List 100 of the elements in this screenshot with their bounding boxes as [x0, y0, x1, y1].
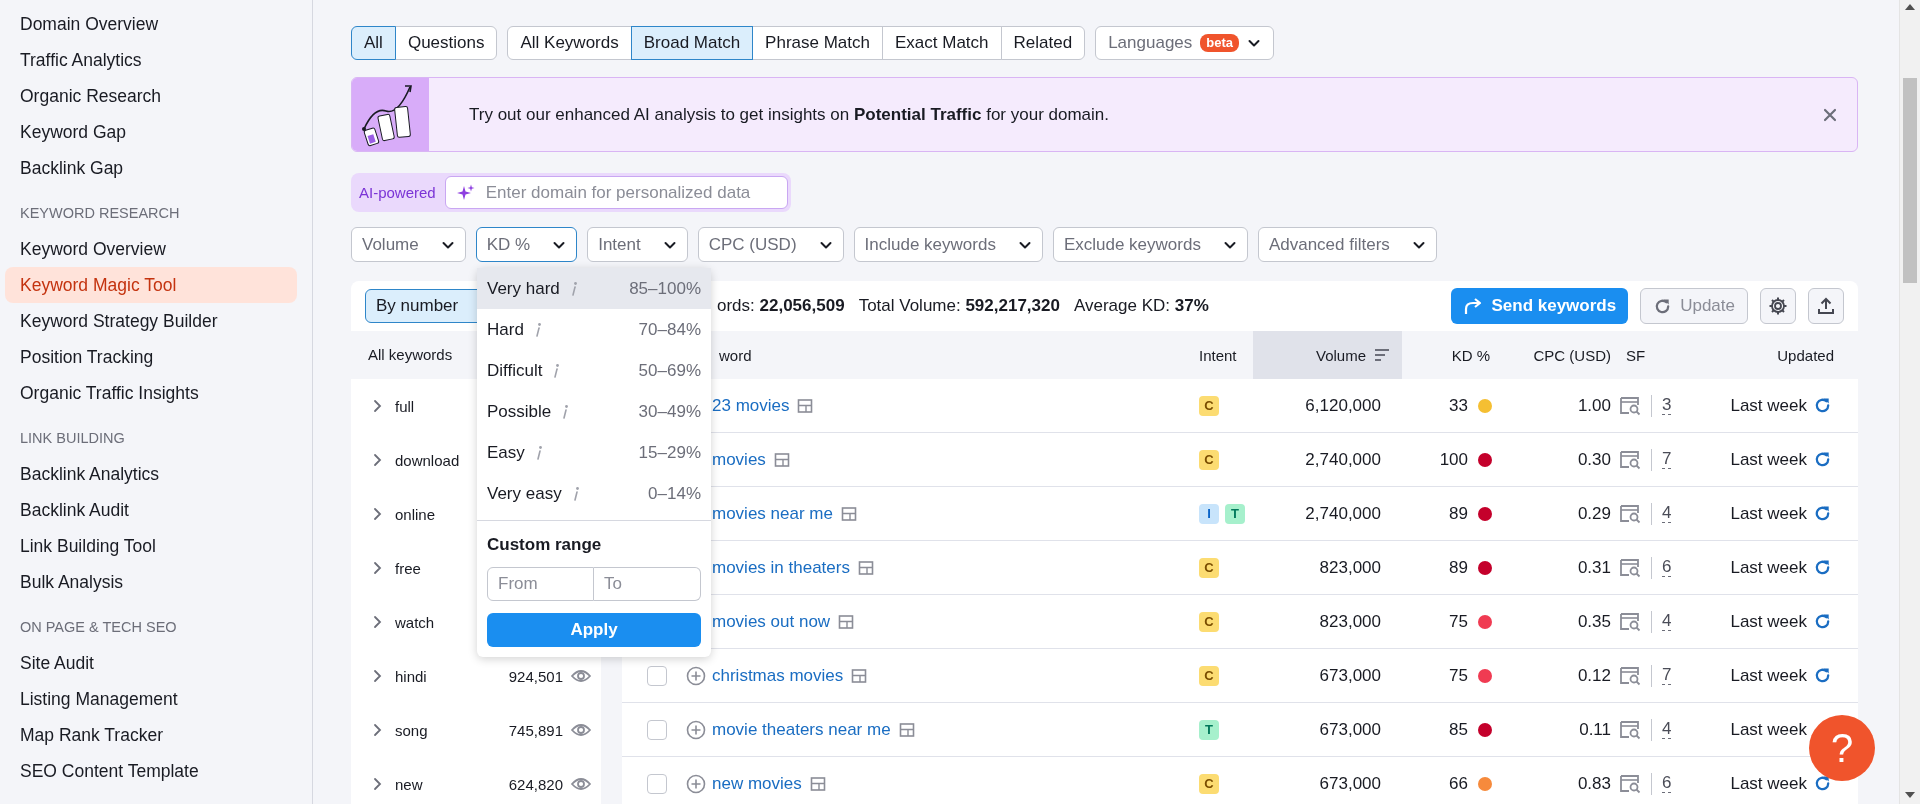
eye-icon[interactable]	[571, 777, 591, 791]
refresh-icon[interactable]	[1813, 558, 1832, 577]
keyword-link[interactable]: movie theaters near me	[712, 719, 891, 740]
serp-search-icon[interactable]	[1619, 395, 1641, 416]
sidebar-item[interactable]: Backlink Gap	[5, 150, 297, 186]
filter-dropdown[interactable]: Volume	[351, 227, 466, 262]
panel-icon[interactable]	[898, 721, 915, 738]
sidebar-item[interactable]: Backlink Analytics	[5, 456, 297, 492]
info-icon[interactable]	[571, 485, 580, 502]
menu-option[interactable]: Very hard 85–100%	[477, 268, 711, 309]
refresh-icon[interactable]	[1813, 774, 1832, 793]
sort-icon[interactable]	[1374, 348, 1390, 362]
filter-tab[interactable]: All Keywords	[507, 26, 632, 60]
sidebar-item[interactable]: Traffic Analytics	[5, 42, 297, 78]
info-icon[interactable]	[569, 280, 578, 297]
panel-icon[interactable]	[809, 775, 826, 792]
scroll-up-icon[interactable]	[1905, 4, 1915, 10]
serp-feature-count[interactable]: 7	[1662, 450, 1672, 469]
sidebar-item[interactable]: Bulk Analysis	[5, 564, 297, 600]
filter-tab[interactable]: Related	[1000, 26, 1086, 60]
serp-feature-count[interactable]: 3	[1662, 396, 1672, 415]
group-row[interactable]: hindi 924,501	[351, 649, 601, 703]
filter-dropdown[interactable]: Advanced filters	[1257, 227, 1437, 262]
sidebar-item[interactable]: Backlink Audit	[5, 492, 297, 528]
column-header[interactable]: CPC (USD)	[1500, 331, 1613, 379]
filter-tab[interactable]: Exact Match	[882, 26, 1002, 60]
keyword-link[interactable]: movies in theaters	[712, 557, 850, 578]
serp-feature-count[interactable]: 7	[1662, 666, 1672, 685]
menu-option[interactable]: Easy 15–29%	[477, 432, 711, 473]
serp-search-icon[interactable]	[1619, 503, 1641, 524]
serp-feature-count[interactable]: 4	[1662, 504, 1672, 523]
to-field[interactable]: To	[594, 567, 701, 601]
languages-dropdown[interactable]: Languages beta	[1095, 26, 1275, 60]
sidebar-item[interactable]: Keyword Strategy Builder	[5, 303, 297, 339]
scrollbar-thumb[interactable]	[1903, 78, 1917, 283]
serp-feature-count[interactable]: 4	[1662, 612, 1672, 631]
serp-feature-count[interactable]: 4	[1662, 720, 1672, 739]
info-icon[interactable]	[561, 403, 570, 420]
sidebar-item[interactable]: Organic Research	[5, 78, 297, 114]
serp-search-icon[interactable]	[1619, 449, 1641, 470]
sidebar-item[interactable]: SEO Content Template	[5, 753, 297, 789]
export-button[interactable]	[1808, 288, 1844, 324]
info-icon[interactable]	[534, 444, 543, 461]
column-header[interactable]: KD %	[1402, 331, 1500, 379]
plus-circle-icon[interactable]	[686, 719, 706, 740]
refresh-icon[interactable]	[1813, 396, 1832, 415]
row-checkbox[interactable]	[647, 665, 667, 686]
filter-dropdown[interactable]: Exclude keywords	[1052, 227, 1248, 262]
sidebar-item[interactable]: Site Audit	[5, 645, 297, 681]
serp-feature-count[interactable]: 6	[1662, 558, 1672, 577]
close-icon[interactable]	[1823, 107, 1837, 122]
filter-tab[interactable]: Questions	[394, 26, 498, 60]
plus-circle-icon[interactable]	[686, 665, 706, 686]
keyword-link[interactable]: christmas movies	[712, 665, 844, 686]
panel-icon[interactable]	[851, 667, 868, 684]
menu-option[interactable]: Very easy 0–14%	[477, 473, 711, 514]
sidebar-item[interactable]: Position Tracking	[5, 339, 297, 375]
serp-search-icon[interactable]	[1619, 557, 1641, 578]
keyword-link[interactable]: movies	[712, 449, 766, 470]
panel-icon[interactable]	[857, 559, 874, 576]
sidebar-item[interactable]: Domain Overview	[5, 6, 297, 42]
refresh-icon[interactable]	[1813, 612, 1832, 631]
keyword-link[interactable]: new movies	[712, 773, 802, 794]
filter-tab[interactable]: Phrase Match	[752, 26, 883, 60]
serp-feature-count[interactable]: 6	[1662, 774, 1672, 793]
filter-tab[interactable]: All	[351, 26, 396, 60]
scroll-down-icon[interactable]	[1905, 792, 1915, 798]
panel-icon[interactable]	[797, 397, 814, 414]
column-header[interactable]: Volume	[1253, 331, 1402, 379]
sidebar-item[interactable]: Map Rank Tracker	[5, 717, 297, 753]
filter-dropdown[interactable]: Intent	[587, 227, 688, 262]
keyword-link[interactable]: movies near me	[712, 503, 833, 524]
menu-option[interactable]: Possible 30–49%	[477, 391, 711, 432]
keyword-link[interactable]: movies out now	[712, 611, 831, 632]
sidebar-item[interactable]: Listing Management	[5, 681, 297, 717]
eye-icon[interactable]	[571, 669, 591, 683]
sidebar-item[interactable]: Keyword Gap	[5, 114, 297, 150]
filter-dropdown[interactable]: CPC (USD)	[697, 227, 844, 262]
serp-search-icon[interactable]	[1619, 773, 1641, 794]
panel-icon[interactable]	[840, 505, 857, 522]
filter-dropdown[interactable]: Include keywords	[853, 227, 1043, 262]
info-icon[interactable]	[552, 362, 561, 379]
sidebar-item[interactable]: Keyword Magic Tool	[5, 267, 297, 303]
refresh-icon[interactable]	[1813, 666, 1832, 685]
keyword-link[interactable]: 23 movies	[712, 395, 790, 416]
domain-field[interactable]: Enter domain for personalized data	[444, 176, 788, 209]
group-row[interactable]: song 745,891	[351, 703, 601, 757]
group-row[interactable]: new 624,820	[351, 757, 601, 804]
refresh-icon[interactable]	[1813, 450, 1832, 469]
plus-circle-icon[interactable]	[686, 773, 706, 794]
sidebar-item[interactable]: Link Building Tool	[5, 528, 297, 564]
filter-dropdown[interactable]: KD %	[475, 227, 578, 262]
serp-search-icon[interactable]	[1619, 611, 1641, 632]
serp-search-icon[interactable]	[1619, 665, 1641, 686]
from-field[interactable]: From	[487, 567, 594, 601]
panel-icon[interactable]	[773, 451, 790, 468]
panel-icon[interactable]	[838, 613, 855, 630]
column-header[interactable]: SF	[1613, 331, 1689, 379]
settings-button[interactable]	[1760, 288, 1796, 324]
row-checkbox[interactable]	[647, 773, 667, 794]
